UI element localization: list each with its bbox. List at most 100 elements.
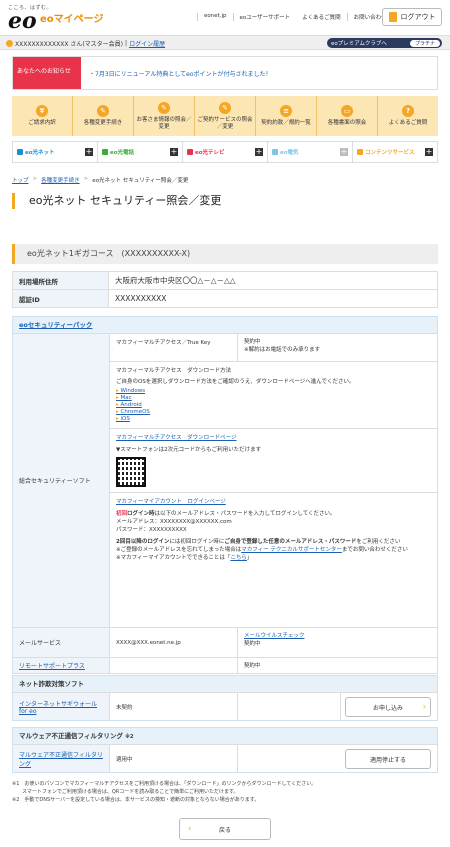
os-android-link[interactable]: Android: [116, 402, 431, 409]
menu-label: お客さま情報の照会／変更: [136, 116, 192, 130]
forgot-tail: までお問い合わせください: [341, 547, 408, 553]
net-icon: [17, 149, 23, 155]
menu-contract-services[interactable]: ✎ ご契約サービスの照会／変更: [195, 96, 256, 136]
download-page-link[interactable]: マカフィーマルチアクセス ダウンロードページ: [116, 435, 237, 441]
info-table: 利用場所住所 大阪府大阪市中央区〇〇△－△－△△ 認証ID XXXXXXXXXX: [12, 271, 438, 308]
malware-stop-button[interactable]: 適用停止する: [345, 749, 431, 769]
footnotes: ※1 お使いのパソコンでマカフィーマルチアクセスをご利用頂ける場合は、「ダウンロ…: [12, 780, 438, 804]
login-password: パスワード：XXXXXXXXXX: [116, 527, 187, 533]
second-login-text: には初回ログイン時に: [169, 539, 225, 545]
breadcrumb: トップ > 各種変更手続き > eo光ネット セキュリティー照会／変更: [12, 176, 189, 184]
mypage-title: eoマイページ: [40, 14, 104, 25]
os-list: Windows Mac Android ChromeOS iOS: [116, 388, 431, 423]
fraud-status: 未契約: [110, 693, 238, 720]
download-method: マカフィーマルチアクセス ダウンロード方法 ご自身のOSを選択しダウンロード方法…: [110, 362, 437, 429]
os-mac-link[interactable]: Mac: [116, 395, 431, 402]
menu-label: 各種書面の照会: [327, 120, 367, 126]
expand-icon[interactable]: +: [85, 148, 93, 156]
tech-support-link[interactable]: マカフィー テクニカルサポートセンター: [241, 547, 342, 553]
login-history-link[interactable]: ログイン履歴: [129, 39, 165, 48]
menu-change-procedures[interactable]: ✎ 各種変更手続き: [73, 96, 134, 136]
service-eo-phone[interactable]: eo光電話 +: [98, 142, 183, 162]
back-button[interactable]: ‹ 戻る: [179, 818, 271, 840]
expand-icon[interactable]: +: [170, 148, 178, 156]
service-contents[interactable]: コンテンツサービス +: [353, 142, 437, 162]
auth-value: XXXXXXXXXX: [108, 289, 438, 308]
service-eo-tv[interactable]: eo光テレビ +: [183, 142, 268, 162]
mcafee-cancel-note: ※解約はお電話でのみ承ります: [244, 347, 321, 353]
notice-panel: あなたへのお知らせ ・7月3日にリニューアル特典としてeoポイントが付与されまし…: [12, 56, 438, 90]
security-pack-section: eoセキュリティーパック 総合セキュリティーソフト マカフィーマルチアクセス／T…: [12, 316, 438, 674]
account-login-link[interactable]: マカフィーマイアカウント ログインページ: [116, 499, 226, 505]
auth-label: 認証ID: [12, 289, 109, 308]
malware-note-mark: ※2: [125, 734, 134, 740]
premium-club-button[interactable]: eoプレミアムクラブへ プラチナ: [327, 38, 442, 48]
fraud-apply-button[interactable]: お申し込み ›: [345, 697, 431, 717]
malware-link[interactable]: マルウェア不正通信フィルタリング: [19, 750, 103, 768]
nav-faq[interactable]: よくあるご質問: [296, 13, 347, 21]
os-ios-link[interactable]: iOS: [116, 416, 431, 423]
service-eo-electric[interactable]: eo電気 +: [268, 142, 353, 162]
breadcrumb-top[interactable]: トップ: [12, 176, 29, 184]
fraud-title: ネット詐欺対策ソフト: [13, 676, 437, 692]
menu-faq[interactable]: ? よくあるご質問: [378, 96, 438, 136]
fraud-section: ネット詐欺対策ソフト インターネットサギウォール for eo 未契約 お申し込…: [12, 675, 438, 721]
mcafee-status: 契約中: [244, 339, 261, 345]
forgot-text: ※ご登録のメールアドレスを忘れてしまった場合は: [116, 547, 242, 553]
expand-icon[interactable]: +: [255, 148, 263, 156]
breadcrumb-procedures[interactable]: 各種変更手続き: [41, 176, 80, 184]
virus-check-status: 契約中: [244, 641, 261, 647]
account-here-link[interactable]: こちら: [230, 555, 247, 561]
nav-eonet[interactable]: eonet.jp: [197, 13, 233, 21]
premium-level-badge: プラチナ: [409, 39, 440, 47]
nav-user-support[interactable]: eoユーザーサポート: [232, 13, 297, 21]
malware-stop-label: 適用停止する: [369, 756, 406, 764]
user-icon: [6, 40, 13, 47]
virus-check-link[interactable]: メールウイルスチェック: [244, 633, 305, 639]
remote-support-link[interactable]: リモートサポートプラス: [19, 661, 85, 670]
fraud-apply-label: お申し込み: [372, 704, 403, 712]
premium-label: eoプレミアムクラブへ: [331, 41, 387, 47]
document-icon: ≡: [280, 105, 292, 117]
expand-icon[interactable]: +: [425, 148, 433, 156]
phone-icon: [102, 149, 108, 155]
os-windows-link[interactable]: Windows: [116, 388, 431, 395]
second-login-bold: 2回目以降のログイン: [116, 539, 170, 545]
account-block: マカフィーマイアカウント ログインページ 初回ログイン時は以下のメールアドレス・…: [110, 493, 437, 567]
remote-status: 契約中: [244, 662, 261, 669]
security-pack-link[interactable]: eoセキュリティーパック: [19, 321, 92, 329]
logout-button[interactable]: ログアウト: [382, 8, 442, 26]
security-pack-title: eoセキュリティーパック: [13, 317, 437, 333]
user-bar: XXXXXXXXXXXXX さん(マスター会員) | ログイン履歴 eoプレミア…: [0, 36, 450, 50]
user-edit-icon: ✎: [158, 101, 170, 114]
menu-label: ご契約サービスの照会／変更: [197, 116, 253, 130]
folder-icon: ▭: [341, 105, 353, 117]
menu-documents[interactable]: ▭ 各種書面の照会: [317, 96, 378, 136]
menu-billing[interactable]: ¥ ご請求内訳: [12, 96, 73, 136]
download-page-block: マカフィーマルチアクセス ダウンロードページ ▼スマートフォンは2次元コードから…: [110, 429, 437, 493]
notice-link[interactable]: ・7月3日にリニューアル特典としてeoポイントが付与されました！: [89, 69, 272, 78]
logout-label: ログアウト: [400, 13, 436, 21]
malware-section: マルウェア不正通信フィルタリング ※2 マルウェア不正通信フィルタリング 適用中…: [12, 727, 438, 773]
menu-customer-info[interactable]: ✎ お客さま情報の照会／変更: [134, 96, 195, 136]
question-icon: ?: [402, 105, 414, 117]
service-label: eo光テレビ: [187, 148, 225, 156]
mcafee-access-name: マカフィーマルチアクセス／True Key: [110, 334, 238, 361]
menu-label: 契約約款／規約一覧: [261, 120, 311, 126]
os-chromeos-link[interactable]: ChromeOS: [116, 409, 431, 416]
expand-icon[interactable]: +: [340, 148, 348, 156]
service-eo-net[interactable]: eo光ネット +: [13, 142, 98, 162]
menu-terms[interactable]: ≡ 契約約款／規約一覧: [256, 96, 317, 136]
user-name: XXXXXXXXXXXXX さん(マスター会員): [15, 41, 124, 48]
breadcrumb-current: eo光ネット セキュリティー照会／変更: [92, 178, 189, 184]
download-method-text: ご自身のOSを選択しダウンロード方法をご確認のうえ、ダウンロードページへ進んでく…: [116, 379, 355, 385]
logout-icon: [388, 12, 397, 22]
malware-cell: マルウェア不正通信フィルタリング: [13, 745, 109, 772]
fraud-link[interactable]: インターネットサギウォール for eo: [19, 699, 103, 715]
tv-icon: [187, 149, 193, 155]
address-label: 利用場所住所: [12, 271, 109, 290]
malware-title: マルウェア不正通信フィルタリング ※2: [13, 728, 437, 744]
qr-text: ▼スマートフォンは2次元コードからもご利用いただけます: [116, 447, 262, 453]
chevron-left-icon: ‹: [188, 824, 192, 834]
electric-icon: [272, 149, 278, 155]
